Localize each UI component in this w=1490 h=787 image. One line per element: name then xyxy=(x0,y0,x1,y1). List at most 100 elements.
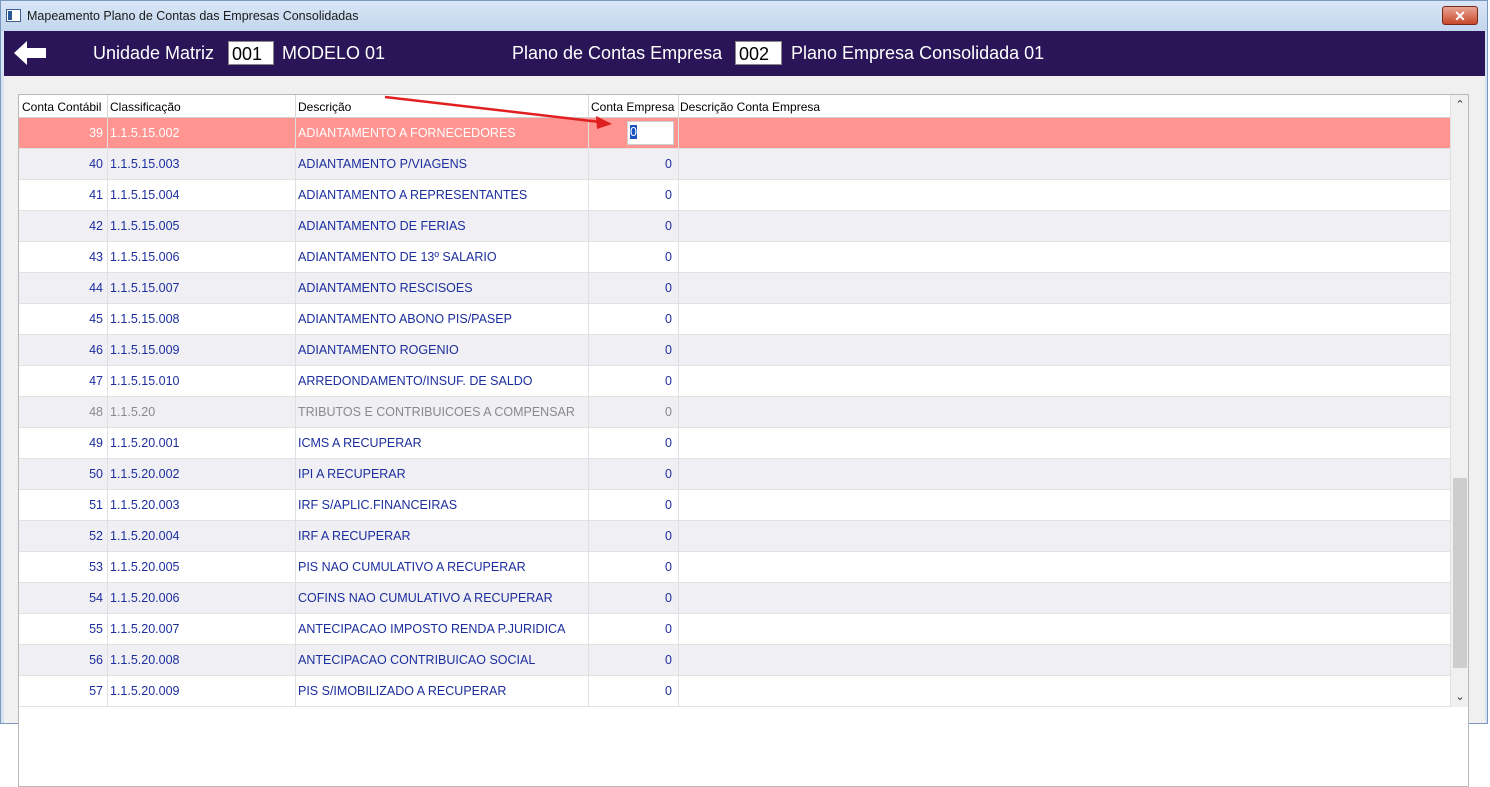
cell-conta-empresa[interactable]: 0 xyxy=(589,219,672,233)
accounts-grid: Conta Contábil Classificação Descrição C… xyxy=(18,94,1469,787)
table-row[interactable]: 45 1.1.5.15.008 ADIANTAMENTO ABONO PIS/PAS… xyxy=(19,304,1450,335)
cell-descricao: TRIBUTOS E CONTRIBUICOES A COMPENSAR xyxy=(298,405,575,419)
table-row[interactable]: 42 1.1.5.15.005 ADIANTAMENTO DE FERIAS 0 xyxy=(19,211,1450,242)
table-row[interactable]: 46 1.1.5.15.009 ADIANTAMENTO ROGENIO 0 xyxy=(19,335,1450,366)
cell-conta-empresa[interactable]: 0 xyxy=(589,312,672,326)
table-row[interactable]: 51 1.1.5.20.003 IRF S/APLIC.FINANCEIRAS 0 xyxy=(19,490,1450,521)
table-row[interactable]: 52 1.1.5.20.004 IRF A RECUPERAR 0 xyxy=(19,521,1450,552)
col-descricao[interactable]: Descrição xyxy=(298,100,351,114)
table-row[interactable]: 44 1.1.5.15.007 ADIANTAMENTO RESCISOES 0 xyxy=(19,273,1450,304)
cell-conta-empresa[interactable]: 0 xyxy=(589,188,672,202)
col-conta-empresa[interactable]: Conta Empresa xyxy=(591,100,674,114)
cell-conta-empresa[interactable]: 0 xyxy=(589,281,672,295)
cell-descricao: ADIANTAMENTO DE FERIAS xyxy=(298,219,466,233)
cell-conta-contabil: 49 xyxy=(89,436,103,450)
window-title: Mapeamento Plano de Contas das Empresas … xyxy=(27,9,359,23)
unidade-matriz-label: Unidade Matriz xyxy=(93,43,215,63)
cell-conta-empresa[interactable]: 0 xyxy=(589,622,672,636)
table-row[interactable]: 56 1.1.5.20.008 ANTECIPACAO CONTRIBUICAO S… xyxy=(19,645,1450,676)
table-row[interactable]: 55 1.1.5.20.007 ANTECIPACAO IMPOSTO RENDA … xyxy=(19,614,1450,645)
cell-classificacao: 1.1.5.15.008 xyxy=(110,312,180,326)
cell-conta-contabil: 57 xyxy=(89,684,103,698)
cell-conta-contabil: 42 xyxy=(89,219,103,233)
scrollbar-thumb[interactable] xyxy=(1453,478,1467,668)
chevron-down-icon[interactable]: ⌄ xyxy=(1451,688,1468,706)
back-arrow-icon[interactable] xyxy=(12,39,48,67)
header-bar: Unidade Matriz 001 MODELO 01 Plano de Co… xyxy=(4,31,1485,76)
cell-conta-contabil: 54 xyxy=(89,591,103,605)
close-button[interactable]: ✕ xyxy=(1442,6,1478,25)
table-row[interactable]: 57 1.1.5.20.009 PIS S/IMOBILIZADO A RECUPE… xyxy=(19,676,1450,707)
app-window: Mapeamento Plano de Contas das Empresas … xyxy=(0,0,1488,787)
cell-conta-contabil: 43 xyxy=(89,250,103,264)
cell-conta-empresa[interactable]: 0 xyxy=(589,684,672,698)
vertical-scrollbar[interactable]: ⌃ ⌄ xyxy=(1450,95,1468,707)
col-conta-contabil[interactable]: Conta Contábil xyxy=(22,100,101,114)
cell-descricao: ANTECIPACAO IMPOSTO RENDA P.JURIDICA xyxy=(298,622,566,636)
cell-descricao: COFINS NAO CUMULATIVO A RECUPERAR xyxy=(298,591,553,605)
cell-conta-contabil: 40 xyxy=(89,157,103,171)
cell-conta-contabil: 51 xyxy=(89,498,103,512)
cell-classificacao: 1.1.5.15.007 xyxy=(110,281,180,295)
cell-classificacao: 1.1.5.20 xyxy=(110,405,156,419)
cell-conta-empresa[interactable]: 0 xyxy=(589,498,672,512)
cell-conta-empresa[interactable]: 0 xyxy=(589,343,672,357)
cell-conta-contabil: 55 xyxy=(89,622,103,636)
col-classificacao[interactable]: Classificação xyxy=(110,100,181,114)
table-row[interactable]: 43 1.1.5.15.006 ADIANTAMENTO DE 13º SALARI… xyxy=(19,242,1450,273)
cell-classificacao: 1.1.5.20.005 xyxy=(110,560,180,574)
table-row[interactable]: 47 1.1.5.15.010 ARREDONDAMENTO/INSUF. DE S… xyxy=(19,366,1450,397)
cell-conta-empresa[interactable]: 0 xyxy=(589,529,672,543)
edit-value: 0 xyxy=(630,125,637,139)
table-row[interactable]: 49 1.1.5.20.001 ICMS A RECUPERAR 0 xyxy=(19,428,1450,459)
table-row[interactable]: 40 1.1.5.15.003 ADIANTAMENTO P/VIAGENS 0 xyxy=(19,149,1450,180)
table-row[interactable]: 41 1.1.5.15.004 ADIANTAMENTO A REPRESENTAN… xyxy=(19,180,1450,211)
table-row[interactable]: 54 1.1.5.20.006 COFINS NAO CUMULATIVO A RE… xyxy=(19,583,1450,614)
cell-classificacao: 1.1.5.15.004 xyxy=(110,188,180,202)
cell-descricao: ADIANTAMENTO ROGENIO xyxy=(298,343,459,357)
cell-descricao: IPI A RECUPERAR xyxy=(298,467,406,481)
cell-classificacao: 1.1.5.20.003 xyxy=(110,498,180,512)
col-descricao-conta-empresa[interactable]: Descrição Conta Empresa xyxy=(680,100,820,114)
cell-conta-empresa[interactable]: 0 xyxy=(589,374,672,388)
cell-descricao: PIS S/IMOBILIZADO A RECUPERAR xyxy=(298,684,507,698)
table-row[interactable]: 48 1.1.5.20 TRIBUTOS E CONTRIBUICOES A COM… xyxy=(19,397,1450,428)
cell-classificacao: 1.1.5.20.009 xyxy=(110,684,180,698)
table-row[interactable]: 53 1.1.5.20.005 PIS NAO CUMULATIVO A RECUP… xyxy=(19,552,1450,583)
cell-conta-empresa[interactable]: 0 xyxy=(589,436,672,450)
cell-descricao: ADIANTAMENTO DE 13º SALARIO xyxy=(298,250,497,264)
plano-contas-label: Plano de Contas Empresa xyxy=(512,43,723,63)
cell-conta-empresa[interactable]: 0 xyxy=(589,653,672,667)
chevron-up-icon[interactable]: ⌃ xyxy=(1451,96,1468,114)
cell-classificacao: 1.1.5.15.002 xyxy=(110,126,180,140)
grid-header-row: Conta Contábil Classificação Descrição C… xyxy=(19,95,1450,118)
cell-conta-contabil: 45 xyxy=(89,312,103,326)
cell-conta-empresa[interactable]: 0 xyxy=(589,405,672,419)
cell-conta-contabil: 46 xyxy=(89,343,103,357)
cell-descricao: ADIANTAMENTO ABONO PIS/PASEP xyxy=(298,312,512,326)
cell-conta-contabil: 52 xyxy=(89,529,103,543)
cell-conta-contabil: 56 xyxy=(89,653,103,667)
cell-conta-contabil: 50 xyxy=(89,467,103,481)
cell-conta-contabil: 44 xyxy=(89,281,103,295)
conta-empresa-edit-field[interactable]: 0 xyxy=(627,121,674,145)
cell-conta-empresa[interactable]: 0 xyxy=(589,467,672,481)
cell-descricao: IRF A RECUPERAR xyxy=(298,529,411,543)
cell-conta-empresa[interactable]: 0 xyxy=(589,591,672,605)
cell-conta-empresa[interactable]: 0 xyxy=(589,560,672,574)
table-row[interactable]: 39 1.1.5.15.002 ADIANTAMENTO A FORNECEDORE… xyxy=(19,118,1450,149)
content-panel: Conta Contábil Classificação Descrição C… xyxy=(4,76,1485,787)
title-bar: Mapeamento Plano de Contas das Empresas … xyxy=(1,1,1487,31)
plano-code-field[interactable]: 002 xyxy=(735,41,782,65)
cell-conta-empresa[interactable]: 0 xyxy=(589,157,672,171)
cell-classificacao: 1.1.5.15.010 xyxy=(110,374,180,388)
cell-classificacao: 1.1.5.20.001 xyxy=(110,436,180,450)
cell-descricao: ANTECIPACAO CONTRIBUICAO SOCIAL xyxy=(298,653,536,667)
table-row[interactable]: 50 1.1.5.20.002 IPI A RECUPERAR 0 xyxy=(19,459,1450,490)
cell-descricao: ICMS A RECUPERAR xyxy=(298,436,422,450)
cell-conta-empresa[interactable]: 0 xyxy=(589,250,672,264)
window-icon xyxy=(6,9,21,22)
cell-conta-contabil: 53 xyxy=(89,560,103,574)
cell-conta-contabil: 41 xyxy=(89,188,103,202)
unidade-code-field[interactable]: 001 xyxy=(228,41,274,65)
